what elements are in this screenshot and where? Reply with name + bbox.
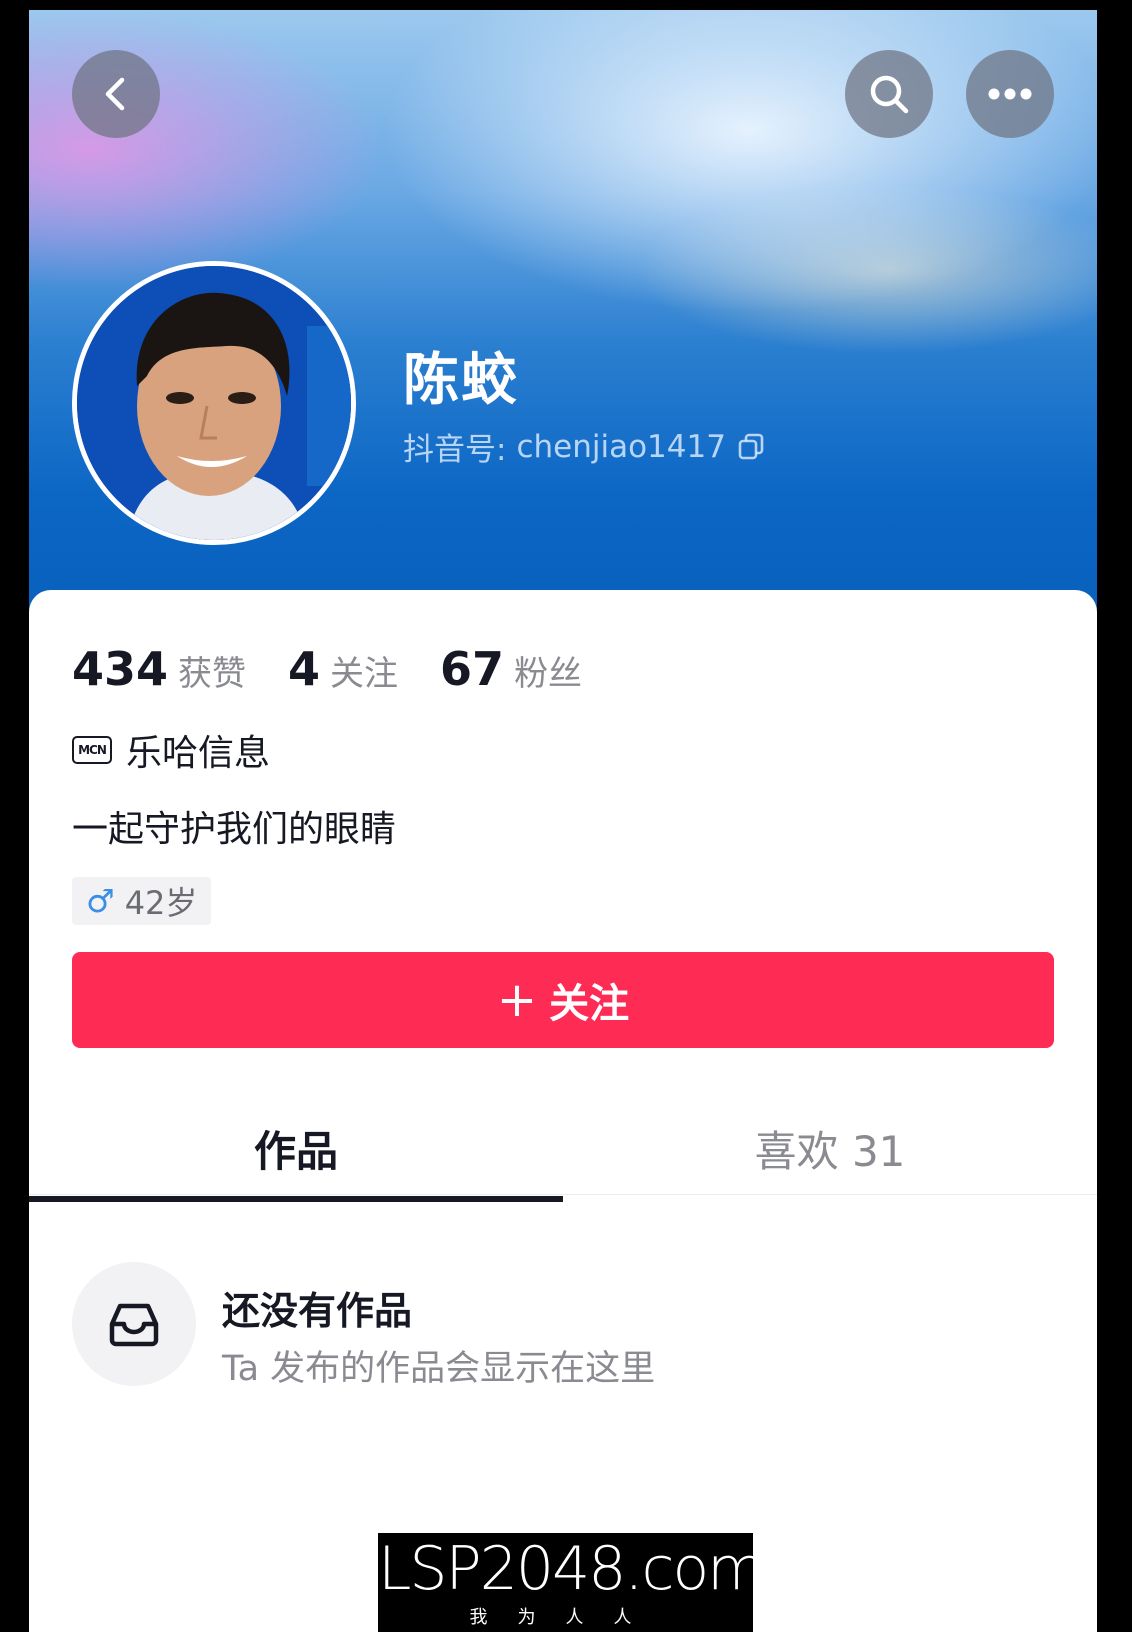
stats-row: 434 获赞 4 关注 67 粉丝 [72, 642, 624, 696]
tab-likes[interactable]: 喜欢 31 [563, 1118, 1097, 1179]
more-button[interactable] [966, 50, 1054, 138]
account-prefix: 抖音号: [403, 432, 507, 468]
age-label: 42岁 [124, 884, 198, 922]
copy-icon[interactable] [736, 432, 766, 462]
search-icon [870, 75, 909, 114]
stat-value: 434 [72, 642, 169, 696]
stat-likes[interactable]: 434 获赞 [72, 642, 246, 696]
active-tab-indicator [29, 1196, 563, 1202]
mcn-name: 乐哈信息 [126, 733, 271, 774]
male-icon: ♂ [86, 882, 115, 920]
chevron-left-icon [105, 77, 125, 111]
profile-screen: 陈蛟 抖音号: chenjiao1417 434 获赞 4 关注 67 粉丝 M… [29, 10, 1097, 1632]
account-id: chenjiao1417 [516, 428, 726, 465]
watermark-sub: 我为人人 [469, 1607, 662, 1628]
follow-button[interactable]: + 关注 [72, 952, 1054, 1048]
content-tabs: 作品 喜欢 31 [29, 1118, 1097, 1195]
empty-state-icon-wrap [72, 1262, 196, 1386]
avatar-portrait [77, 266, 351, 540]
watermark-main: LSP2048.com [378, 1534, 766, 1604]
avatar[interactable] [72, 261, 356, 545]
empty-state-title: 还没有作品 [222, 1289, 413, 1333]
stat-value: 4 [288, 642, 321, 696]
gender-age-tag: ♂ 42岁 [72, 877, 212, 925]
search-button[interactable] [845, 50, 933, 138]
stat-value: 67 [440, 642, 505, 696]
back-button[interactable] [72, 50, 160, 138]
stat-label: 关注 [330, 654, 399, 694]
stat-label: 获赞 [178, 654, 247, 694]
stat-followers[interactable]: 67 粉丝 [440, 642, 582, 696]
plus-icon: + [496, 972, 538, 1028]
inbox-icon [109, 1303, 159, 1347]
profile-name: 陈蛟 [403, 348, 519, 413]
mcn-badge-icon: MCN [72, 736, 112, 764]
stat-label: 粉丝 [514, 654, 583, 694]
watermark: LSP2048.com 我为人人 [378, 1533, 766, 1632]
profile-card: 434 获赞 4 关注 67 粉丝 MCN 乐哈信息 一起守护我们的眼睛 ♂ 4… [29, 590, 1097, 1632]
mcn-row[interactable]: MCN 乐哈信息 [72, 724, 270, 776]
account-id-row: 抖音号: chenjiao1417 [403, 424, 766, 469]
follow-label: 关注 [549, 981, 630, 1027]
more-dots-icon [988, 88, 1032, 100]
empty-state-subtitle: Ta 发布的作品会显示在这里 [222, 1349, 656, 1389]
stat-following[interactable]: 4 关注 [288, 642, 398, 696]
tab-works[interactable]: 作品 [29, 1118, 563, 1179]
bio: 一起守护我们的眼睛 [72, 809, 397, 850]
